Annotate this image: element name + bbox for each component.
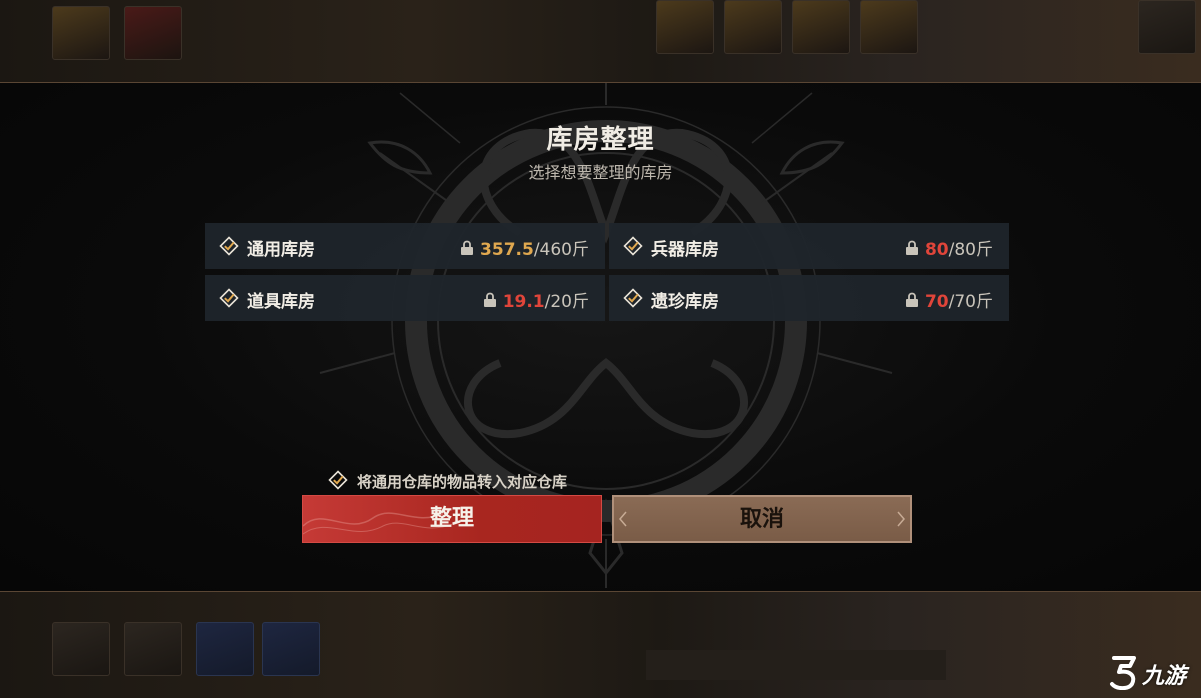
dialog-subtitle: 选择想要整理的库房 xyxy=(528,163,673,182)
checked-diamond-icon[interactable] xyxy=(623,288,643,308)
warehouse-capacity: 80/80斤 xyxy=(905,235,993,260)
background-item-slot xyxy=(124,622,182,676)
background-panel-strip xyxy=(646,650,946,680)
checked-diamond-icon[interactable] xyxy=(219,236,239,256)
organize-button-label: 整理 xyxy=(429,506,474,531)
warehouse-capacity: 70/70斤 xyxy=(905,287,993,312)
warehouse-organize-dialog: 库房整理 选择想要整理的库房 通用库房 357.5/460斤 兵器库房 80/8… xyxy=(0,82,1201,592)
right-notch-icon xyxy=(897,511,905,527)
warehouse-current-weight: 357.5 xyxy=(480,240,534,260)
warehouse-card-treasures[interactable]: 遗珍库房 70/70斤 xyxy=(609,275,1009,321)
warehouse-current-weight: 70 xyxy=(924,292,949,312)
warehouse-current-weight: 80 xyxy=(924,240,949,260)
weight-lock-icon xyxy=(461,240,474,255)
background-item-slot xyxy=(262,622,320,676)
warehouse-max-weight: /20斤 xyxy=(544,292,589,312)
weight-lock-icon xyxy=(483,292,496,307)
warehouse-current-weight: 19.1 xyxy=(502,292,545,312)
background-item-slot xyxy=(860,0,918,54)
site-watermark: 九游 xyxy=(1108,652,1198,694)
background-item-slot xyxy=(52,622,110,676)
warehouse-max-weight: /80斤 xyxy=(948,240,993,260)
transfer-option-label: 将通用仓库的物品转入对应仓库 xyxy=(357,473,568,491)
checked-diamond-icon[interactable] xyxy=(328,470,348,490)
warehouse-card-general[interactable]: 通用库房 357.5/460斤 xyxy=(205,223,605,269)
background-item-slot xyxy=(124,6,182,60)
warehouse-name: 通用库房 xyxy=(247,240,315,260)
dialog-title: 库房整理 xyxy=(546,125,655,155)
weight-lock-icon xyxy=(905,292,918,307)
checked-diamond-icon[interactable] xyxy=(623,236,643,256)
organize-button[interactable]: 整理 xyxy=(302,495,602,543)
background-scene-bottom xyxy=(0,592,1201,698)
nine-game-logo-icon xyxy=(1110,656,1136,690)
background-item-slot xyxy=(656,0,714,54)
checked-diamond-icon[interactable] xyxy=(219,288,239,308)
warehouse-card-weapons[interactable]: 兵器库房 80/80斤 xyxy=(609,223,1009,269)
left-notch-icon xyxy=(619,511,627,527)
warehouse-name: 兵器库房 xyxy=(651,240,719,260)
warehouse-capacity: 19.1/20斤 xyxy=(483,287,589,312)
warehouse-max-weight: /70斤 xyxy=(948,292,993,312)
cancel-button[interactable]: 取消 xyxy=(612,495,912,543)
background-item-slot xyxy=(1138,0,1196,54)
background-item-slot xyxy=(196,622,254,676)
background-item-slot xyxy=(792,0,850,54)
weight-lock-icon xyxy=(905,240,918,255)
background-item-slot xyxy=(724,0,782,54)
watermark-text: 九游 xyxy=(1142,664,1187,689)
background-scene-top xyxy=(0,0,1201,82)
warehouse-card-items[interactable]: 道具库房 19.1/20斤 xyxy=(205,275,605,321)
warehouse-name: 遗珍库房 xyxy=(651,292,719,312)
warehouse-max-weight: /460斤 xyxy=(533,240,589,260)
background-item-slot xyxy=(52,6,110,60)
cancel-button-label: 取消 xyxy=(739,507,784,532)
warehouse-capacity: 357.5/460斤 xyxy=(460,235,589,260)
warehouse-name: 道具库房 xyxy=(247,292,315,312)
